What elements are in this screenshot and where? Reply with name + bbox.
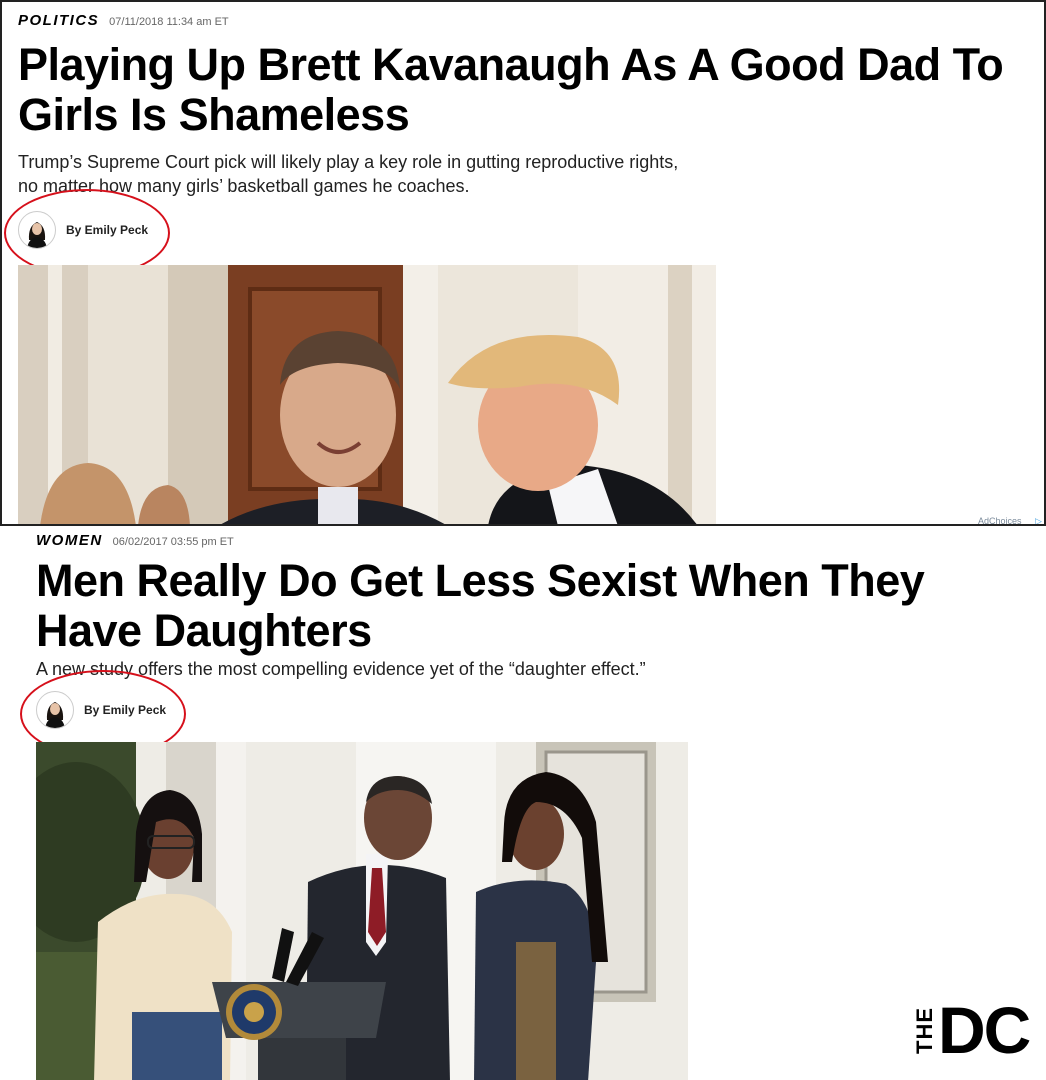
the-dc-logo: THE DC [912, 993, 1031, 1067]
article-headline: Playing Up Brett Kavanaugh As A Good Dad… [18, 39, 1004, 140]
byline[interactable]: By Emily Peck [36, 691, 166, 729]
section-label[interactable]: POLITICS [18, 12, 99, 29]
byline[interactable]: By Emily Peck [18, 211, 148, 249]
article-photo [36, 742, 688, 1080]
adchoices-icon[interactable]: ▷ [1035, 516, 1042, 524]
article-headline: Men Really Do Get Less Sexist When They … [36, 555, 925, 656]
section-label[interactable]: WOMEN [36, 532, 103, 549]
article-screenshot-2: WOMEN 06/02/2017 03:55 pm ET Men Really … [0, 524, 1046, 1080]
article-photo [18, 265, 716, 524]
author-name[interactable]: By Emily Peck [84, 703, 166, 717]
publish-date: 07/11/2018 11:34 am ET [109, 16, 229, 28]
article-meta: POLITICS 07/11/2018 11:34 am ET [18, 12, 229, 29]
article-dek: Trump’s Supreme Court pick will likely p… [18, 152, 679, 196]
article-dek: A new study offers the most compelling e… [36, 659, 646, 679]
author-avatar[interactable] [36, 691, 74, 729]
article-meta: WOMEN 06/02/2017 03:55 pm ET [36, 532, 234, 549]
adchoices-link[interactable]: AdChoices [978, 516, 1022, 524]
publish-date: 06/02/2017 03:55 pm ET [112, 536, 234, 548]
author-name[interactable]: By Emily Peck [66, 223, 148, 237]
author-avatar[interactable] [18, 211, 56, 249]
article-screenshot-1: POLITICS 07/11/2018 11:34 am ET Playing … [0, 0, 1046, 524]
logo-dc-text: DC [938, 993, 1031, 1067]
logo-the-text: THE [912, 1006, 937, 1054]
